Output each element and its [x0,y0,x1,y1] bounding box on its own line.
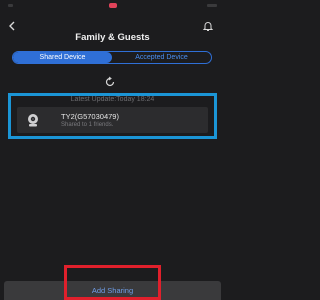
recording-indicator [109,3,117,8]
status-right-indicator [207,4,217,7]
notification-button[interactable] [202,19,214,31]
list-item[interactable]: TY2(G57030479) Shared to 1 friends. [17,107,208,133]
tab-accepted-device[interactable]: Accepted Device [112,52,211,63]
device-tabs: Shared Device Accepted Device [12,51,212,64]
header: Family & Guests [0,14,225,48]
device-list: Latest Update:Today 18:24 TY2(G57030479)… [8,93,217,139]
tab-shared-device[interactable]: Shared Device [13,52,112,63]
app-screen: Family & Guests Shared Device Accepted D… [0,0,225,300]
page-title: Family & Guests [75,32,150,43]
status-bar [0,0,225,14]
device-share-status: Shared to 1 friends. [61,122,114,128]
status-left-indicator [8,4,13,7]
last-update-text: Latest Update:Today 18:24 [70,96,155,103]
back-arrow-icon [9,21,15,31]
device-name: TY2(G57030479) [61,112,119,121]
camera-icon [28,114,38,127]
refresh-icon[interactable] [104,75,116,87]
add-sharing-button[interactable]: Add Sharing [4,281,221,300]
bell-icon [202,22,214,31]
